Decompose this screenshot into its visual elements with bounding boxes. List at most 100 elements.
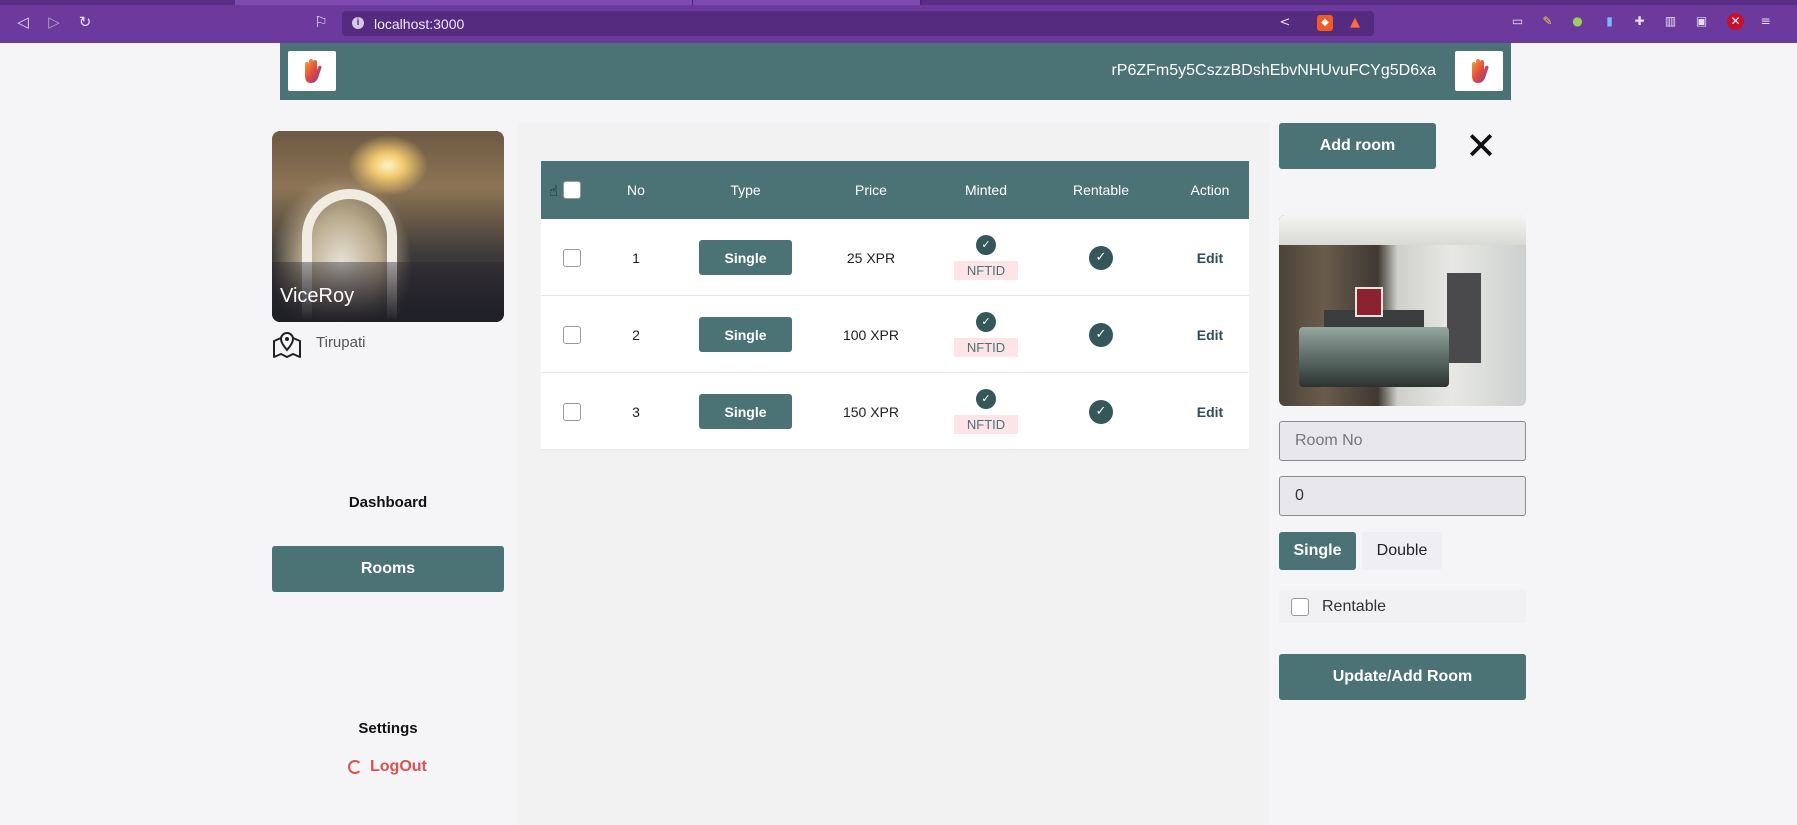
puzzle-icon[interactable]: ✚ [1631,13,1648,30]
column-header-no: No [627,182,645,198]
rentable-cell: ✓ [1036,219,1166,296]
edit-label: Edit [1196,326,1224,343]
minted-cell: ✓ NFTID [936,219,1036,296]
room-photo[interactable] [1279,215,1526,406]
edit-label: Edit [1196,249,1224,266]
price-input[interactable] [1279,476,1526,516]
room-no-input[interactable] [1279,421,1526,461]
browser-toolbar: ◁ ▷ ↻ ⚐ i localhost:3000 < ◆ ▲ ▭ ✎ ● ▮ ✚… [0,0,1797,43]
tab[interactable] [235,0,693,5]
room-type-button[interactable]: Single [699,240,792,275]
extension-icon[interactable]: ▭ [1509,13,1526,30]
hotel-location: Tirupati [272,330,365,360]
column-header-minted: Minted [964,182,1008,198]
share-icon[interactable]: < [1277,15,1293,31]
minted-cell: ✓ NFTID [936,296,1036,373]
room-photo-door [1447,273,1481,363]
user-avatar[interactable] [1455,51,1503,91]
rentable-label: Rentable [1322,597,1387,615]
table-row: 2 Single 100 XPR ✓ NFTID ✓ Edit [541,296,1249,373]
room-type-cell: Single [687,296,804,373]
rentable-cell: ✓ [1036,296,1166,373]
row-checkbox[interactable] [563,373,581,450]
extension-icon[interactable]: ▮ [1601,13,1618,30]
profile-avatar-icon[interactable]: ✕ [1727,13,1744,30]
room-price: 100 XPR [842,326,900,343]
back-arrow-icon[interactable]: ◁ [14,13,32,31]
app-logo[interactable] [288,51,336,91]
logout-icon [348,760,362,774]
minted-check-icon: ✓ [976,389,996,409]
room-photo-bed [1299,327,1449,387]
rooms-table: No Type Price Minted Rentable Action 1 S… [541,161,1249,450]
room-price: 150 XPR [842,403,900,420]
room-no: 1 [632,249,640,266]
brave-rewards-icon[interactable]: ▲ [1347,15,1363,31]
hand-logo-icon [305,59,322,83]
edit-link[interactable]: Edit [1171,219,1249,296]
room-type-cell: Single [687,219,804,296]
row-checkbox[interactable] [563,219,581,296]
location-label: Tirupati [316,333,366,351]
hand-logo-icon [1472,59,1489,83]
rentable-check-icon: ✓ [1089,399,1113,424]
mouse-pointer-icon: ☝ [549,182,559,200]
nftid-tag[interactable]: NFTID [953,338,1019,357]
tab[interactable] [921,0,922,5]
close-icon[interactable]: ✕ [1464,126,1498,166]
type-single-button[interactable]: Single [1279,532,1356,570]
rentable-cell: ✓ [1036,373,1166,450]
nav-settings[interactable]: Settings [272,720,504,737]
update-add-room-button[interactable]: Update/Add Room [1279,654,1526,700]
room-type-button[interactable]: Single [699,317,792,352]
extension-icon[interactable]: ● [1569,13,1586,30]
rentable-checkbox[interactable] [1291,597,1309,616]
rentable-check-icon: ✓ [1089,322,1113,347]
minted-cell: ✓ NFTID [936,373,1036,450]
nftid-tag[interactable]: NFTID [953,415,1019,434]
column-header-rentable: Rentable [1072,182,1130,198]
edit-link[interactable]: Edit [1171,373,1249,450]
url-text: localhost:3000 [374,16,465,32]
app-header: rP6ZFm5y5CszzBDshEbvNHUvuFCYg5D6xa [280,43,1511,100]
edit-label: Edit [1196,403,1224,420]
wallet-icon[interactable]: ▣ [1693,13,1710,30]
rentable-option[interactable]: Rentable [1279,590,1526,623]
room-no: 2 [632,326,640,343]
room-no: 3 [632,403,640,420]
rentable-check-icon: ✓ [1089,245,1113,270]
brave-shield-icon[interactable]: ◆ [1317,15,1333,31]
room-photo-artwork [1355,287,1383,317]
bookmark-icon[interactable]: ⚐ [312,13,330,31]
pencil-extension-icon[interactable]: ✎ [1539,13,1556,30]
table-row: 1 Single 25 XPR ✓ NFTID ✓ Edit [541,219,1249,296]
reload-icon[interactable]: ↻ [76,13,94,31]
nav-dashboard[interactable]: Dashboard [272,494,504,511]
add-room-button[interactable]: Add room [1279,123,1436,169]
nftid-tag[interactable]: NFTID [953,261,1019,280]
nav-rooms[interactable]: Rooms [272,546,504,592]
row-checkbox[interactable] [563,296,581,373]
column-header-type: Type [730,182,761,198]
table-row: 3 Single 150 XPR ✓ NFTID ✓ Edit [541,373,1249,450]
hotel-card[interactable]: ViceRoy [272,131,504,322]
sidebar-toggle-icon[interactable]: ▥ [1662,13,1679,30]
map-pin-icon [273,332,301,358]
room-photo-ceiling [1279,215,1526,245]
hotel-name: ViceRoy [280,285,355,307]
logout-label: LogOut [370,758,427,775]
edit-link[interactable]: Edit [1171,296,1249,373]
table-header: No Type Price Minted Rentable Action [541,161,1249,219]
column-header-price: Price [855,182,887,198]
logout-link[interactable]: LogOut [348,758,427,776]
site-info-icon[interactable]: i [352,17,364,29]
tab[interactable] [693,0,921,5]
address-bar[interactable]: i localhost:3000 < ◆ ▲ [342,11,1374,36]
forward-arrow-icon[interactable]: ▷ [45,13,63,31]
tab-strip [0,0,1797,5]
menu-icon[interactable]: ≡ [1757,13,1774,30]
room-type-button[interactable]: Single [699,394,792,429]
type-double-button[interactable]: Double [1362,532,1442,570]
room-type-cell: Single [687,373,804,450]
select-all-checkbox[interactable] [563,181,581,199]
